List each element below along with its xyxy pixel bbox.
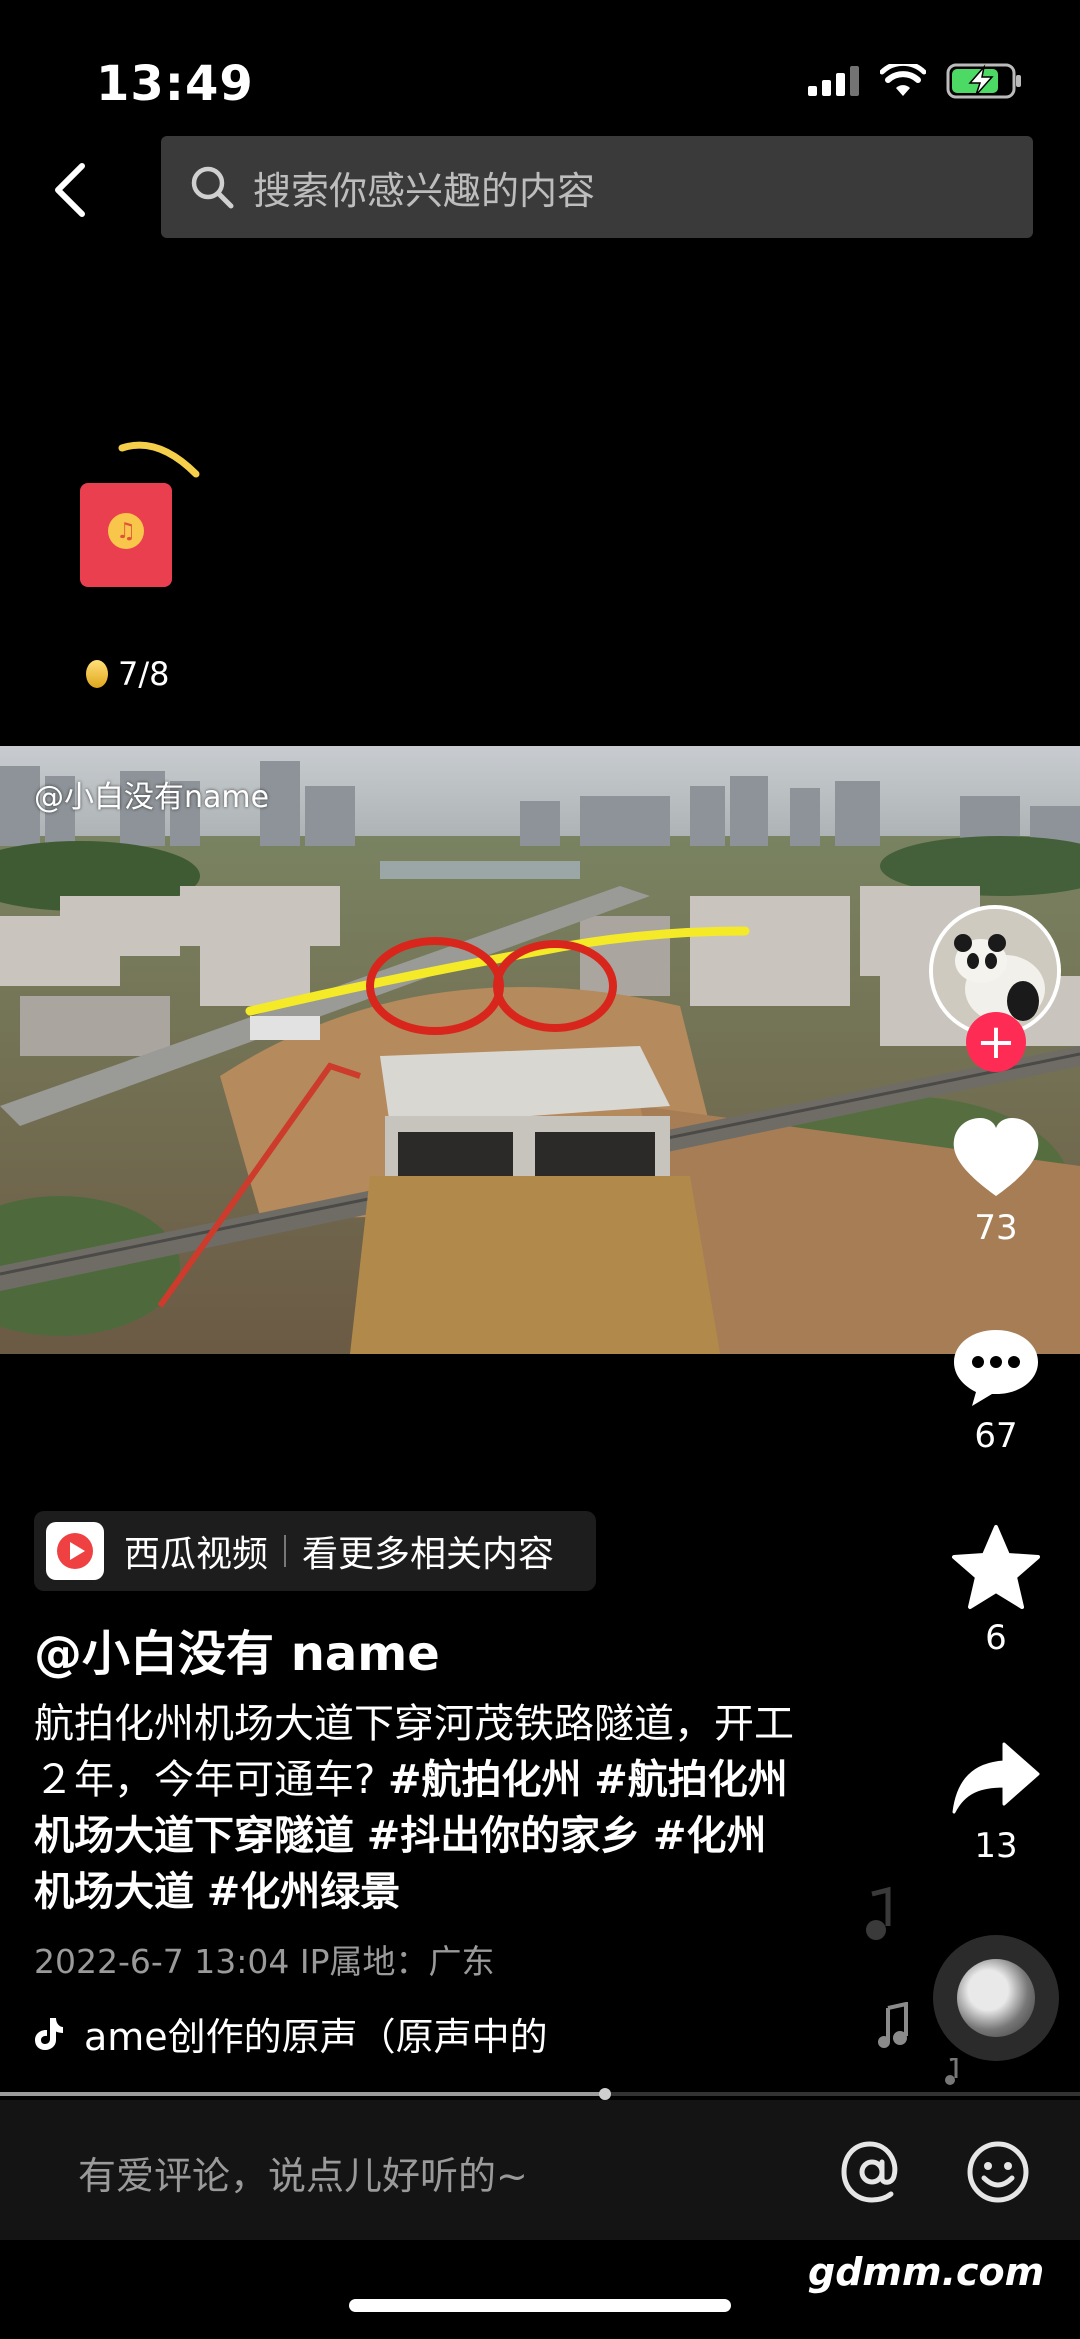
- site-watermark: gdmm.com: [808, 2250, 1045, 2294]
- music-title-text: ame创作的原声（原声中的: [84, 2015, 548, 2059]
- share-arrow-icon: [952, 1742, 1040, 1814]
- hashtag[interactable]: #航拍化州: [388, 1757, 582, 1803]
- share-count: 13: [974, 1826, 1018, 1866]
- search-icon: [189, 164, 235, 210]
- wifi-icon: [880, 64, 926, 96]
- chevron-left-icon: [55, 163, 85, 217]
- follow-button[interactable]: +: [966, 1012, 1026, 1072]
- back-button[interactable]: [40, 150, 100, 230]
- tiktok-note-icon: [35, 2017, 63, 2050]
- video-player[interactable]: [0, 746, 1080, 1354]
- reward-progress-arc: [118, 441, 200, 478]
- gold-coin-icon: [86, 660, 108, 688]
- music-disc-cover: [957, 1959, 1035, 2037]
- plus-icon: +: [975, 1014, 1017, 1070]
- emoji-icon[interactable]: [962, 2136, 1034, 2208]
- search-placeholder: 搜索你感兴趣的内容: [253, 168, 596, 213]
- post-meta: 2022-6-7 13:04 IP属地：广东: [34, 1942, 495, 1981]
- favorite-count: 6: [985, 1618, 1007, 1658]
- floating-note-icon: [866, 1886, 891, 1940]
- comment-input[interactable]: 有爱评论，说点儿好听的~: [78, 2145, 528, 2200]
- heart-icon: [953, 1118, 1039, 1196]
- hashtag[interactable]: #化州绿景: [207, 1869, 401, 1915]
- reward-progress-text: 7/8: [118, 655, 170, 693]
- author-name[interactable]: @小白没有 name: [34, 1614, 440, 1684]
- music-disc-button[interactable]: [933, 1935, 1059, 2061]
- floating-note-icon: [945, 2058, 958, 2085]
- comment-bubble-icon: [954, 1330, 1038, 1406]
- floating-note-icon: [878, 2002, 908, 2048]
- playback-scrubber[interactable]: [599, 2088, 611, 2100]
- star-icon: [952, 1525, 1040, 1609]
- status-icons: [808, 62, 1024, 100]
- like-button[interactable]: 73: [926, 1116, 1066, 1248]
- source-more-link: 看更多相关内容: [302, 1534, 555, 1575]
- comment-count: 67: [974, 1416, 1018, 1456]
- reward-progress: 7/8: [86, 655, 170, 693]
- music-note-coin-icon: ♫: [108, 513, 144, 549]
- favorite-button[interactable]: 6: [926, 1524, 1066, 1658]
- playback-progress: [0, 2092, 605, 2096]
- video-caption: 航拍化州机场大道下穿河茂铁路隧道，开工２年，今年可通车? #航拍化州 #航拍化州…: [34, 1696, 794, 1920]
- red-envelope-button[interactable]: ♫: [80, 483, 172, 587]
- xigua-video-logo-icon: [46, 1522, 104, 1580]
- source-name: 西瓜视频: [124, 1534, 269, 1575]
- signal-icon: [808, 66, 859, 96]
- source-tag[interactable]: 西瓜视频 看更多相关内容: [34, 1511, 596, 1591]
- source-divider: [284, 1535, 287, 1567]
- home-indicator[interactable]: [349, 2299, 731, 2312]
- comment-button[interactable]: 67: [926, 1326, 1066, 1456]
- hashtag[interactable]: #抖出你的家乡: [367, 1813, 641, 1859]
- like-count: 73: [974, 1208, 1018, 1248]
- battery-charging-icon: [946, 63, 1021, 99]
- mention-at-icon[interactable]: [836, 2136, 908, 2208]
- video-watermark: @小白没有name: [34, 780, 270, 815]
- search-input[interactable]: 搜索你感兴趣的内容: [161, 136, 1033, 238]
- music-title[interactable]: ame创作的原声（原声中的: [34, 2006, 604, 2061]
- status-time: 13:49: [96, 56, 254, 112]
- share-button[interactable]: 13: [926, 1740, 1066, 1866]
